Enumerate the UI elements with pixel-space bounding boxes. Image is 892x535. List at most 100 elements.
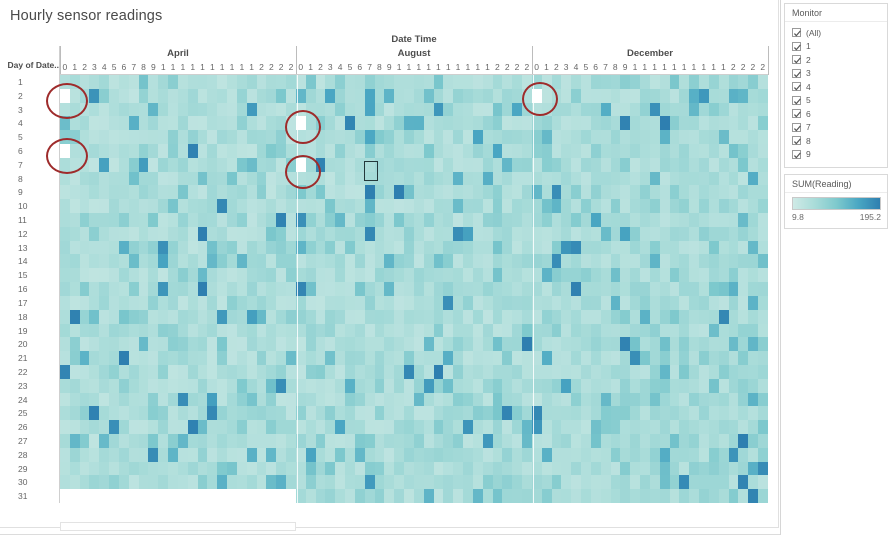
heatmap-cell[interactable] [561,116,572,131]
heatmap-cell[interactable] [246,489,257,503]
heatmap-cell[interactable] [325,433,336,448]
heatmap-cell[interactable] [256,282,267,296]
heatmap-cell[interactable] [187,254,198,269]
heatmap-cell[interactable] [551,378,562,393]
heatmap-cell[interactable] [640,226,650,241]
heatmap-cell[interactable] [295,461,306,476]
heatmap-cell[interactable] [699,337,709,352]
heatmap-cell[interactable] [384,378,395,393]
heatmap-cell[interactable] [266,461,277,476]
heatmap-cell[interactable] [69,268,80,283]
heatmap-cell[interactable] [590,157,601,172]
heatmap-cell[interactable] [551,171,562,186]
heatmap-cell[interactable] [482,144,493,158]
heatmap-cell[interactable] [620,240,631,255]
heatmap-cell[interactable] [472,420,483,434]
heatmap-cell[interactable] [699,268,709,283]
heatmap-cell[interactable] [669,144,680,158]
heatmap-cell[interactable] [109,213,119,227]
heatmap-cell[interactable] [472,392,483,407]
heatmap-cell[interactable] [266,475,277,490]
heatmap-cell[interactable] [99,88,110,103]
heatmap-cell[interactable] [718,88,729,103]
heatmap-cell[interactable] [295,226,306,241]
heatmap-cell[interactable] [305,199,316,214]
heatmap-cell[interactable] [413,461,424,476]
heatmap-cell[interactable] [315,213,326,227]
heatmap-cell[interactable] [738,295,749,310]
heatmap-cell[interactable] [482,309,493,324]
heatmap-cell[interactable] [423,226,434,241]
heatmap-cell[interactable] [758,185,768,200]
heatmap-cell[interactable] [433,130,444,145]
heatmap-cell[interactable] [482,378,493,393]
heatmap-cell[interactable] [659,364,670,379]
heatmap-cell[interactable] [472,240,483,255]
heatmap-cell[interactable] [315,433,326,448]
heatmap-cell[interactable] [227,157,237,172]
heatmap-cell[interactable] [620,420,631,434]
heatmap-cell[interactable] [669,378,680,393]
filter-item-5[interactable]: 5 [792,94,881,108]
heatmap-cell[interactable] [276,433,287,448]
heatmap-cell[interactable] [492,240,503,255]
heatmap-cell[interactable] [659,116,670,131]
heatmap-cell[interactable] [708,88,719,103]
heatmap-cell[interactable] [256,116,267,131]
heatmap-cell[interactable] [502,461,513,476]
heatmap-cell[interactable] [453,213,464,227]
heatmap-cell[interactable] [423,75,434,89]
heatmap-cell[interactable] [374,351,385,365]
heatmap-cell[interactable] [177,171,188,186]
heatmap-cell[interactable] [522,157,532,172]
heatmap-cell[interactable] [708,433,719,448]
heatmap-cell[interactable] [689,378,700,393]
heatmap-cell[interactable] [158,144,169,158]
heatmap-cell[interactable] [748,475,759,490]
heatmap-cell[interactable] [295,199,306,214]
heatmap-cell[interactable] [305,268,316,283]
heatmap-cell[interactable] [364,475,375,490]
heatmap-cell[interactable] [531,240,542,255]
heatmap-cell[interactable] [177,433,188,448]
heatmap-cell[interactable] [708,116,719,131]
heatmap-cell[interactable] [227,171,237,186]
heatmap-cell[interactable] [610,157,621,172]
heatmap-cell[interactable] [89,130,100,145]
heatmap-cell[interactable] [492,130,503,145]
heatmap-cell[interactable] [384,420,395,434]
heatmap-cell[interactable] [79,157,90,172]
heatmap-cell[interactable] [345,116,355,131]
heatmap-cell[interactable] [118,295,129,310]
heatmap-cell[interactable] [738,185,749,200]
heatmap-cell[interactable] [118,226,129,241]
heatmap-cell[interactable] [659,406,670,421]
heatmap-cell[interactable] [728,406,739,421]
heatmap-cell[interactable] [305,185,316,200]
heatmap-cell[interactable] [158,420,169,434]
heatmap-cell[interactable] [276,309,287,324]
heatmap-cell[interactable] [315,88,326,103]
heatmap-cell[interactable] [482,392,493,407]
heatmap-cell[interactable] [512,337,523,352]
heatmap-cell[interactable] [354,213,365,227]
heatmap-cell[interactable] [384,226,395,241]
heatmap-cell[interactable] [433,199,444,214]
heatmap-cell[interactable] [60,420,70,434]
heatmap-cell[interactable] [256,392,267,407]
heatmap-cell[interactable] [168,88,178,103]
heatmap-cell[interactable] [679,489,690,503]
heatmap-cell[interactable] [561,433,572,448]
heatmap-cell[interactable] [728,447,739,462]
heatmap-cell[interactable] [689,364,700,379]
heatmap-cell[interactable] [128,420,139,434]
heatmap-cell[interactable] [640,364,650,379]
heatmap-cell[interactable] [295,489,306,503]
heatmap-cell[interactable] [649,268,660,283]
heatmap-cell[interactable] [354,116,365,131]
heatmap-cell[interactable] [345,364,355,379]
heatmap-cell[interactable] [345,337,355,352]
heatmap-cell[interactable] [708,240,719,255]
heatmap-cell[interactable] [748,254,759,269]
heatmap-cell[interactable] [138,433,149,448]
